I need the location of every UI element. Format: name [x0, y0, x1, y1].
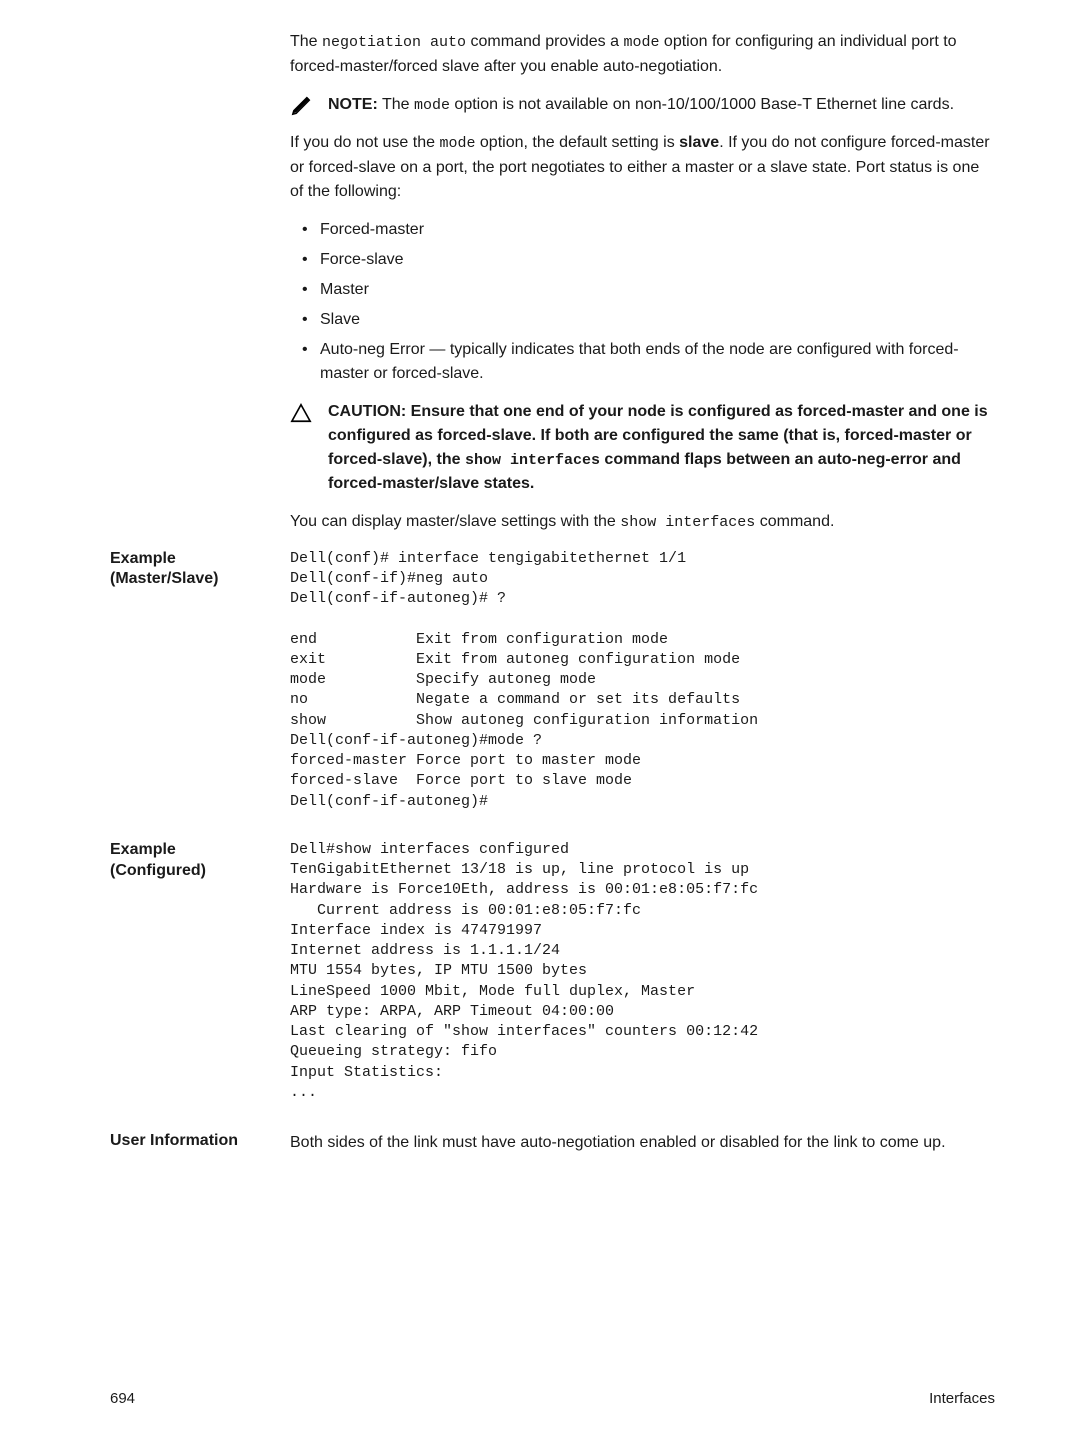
- page-number: 694: [110, 1388, 135, 1411]
- note-label: NOTE:: [328, 96, 378, 113]
- caution-label: CAUTION:: [328, 403, 411, 420]
- example-configured-label: Example (Configured): [110, 840, 250, 882]
- code-show-interfaces: show interfaces: [465, 452, 600, 469]
- example-master-slave-section: Example (Master/Slave) Dell(conf)# inter…: [290, 549, 995, 812]
- display-settings-paragraph: You can display master/slave settings wi…: [290, 510, 995, 535]
- slave-bold: slave: [679, 134, 719, 151]
- user-information-label: User Information: [110, 1131, 250, 1152]
- code-mode-p2: mode: [439, 135, 475, 152]
- intro-paragraph: The negotiation auto command provides a …: [290, 30, 995, 79]
- default-setting-paragraph: If you do not use the mode option, the d…: [290, 131, 995, 204]
- list-item: Auto-neg Error — typically indicates tha…: [302, 338, 995, 386]
- user-information-section: User Information Both sides of the link …: [290, 1131, 995, 1155]
- page-footer: 694 Interfaces: [110, 1388, 995, 1411]
- example-configured-code: Dell#show interfaces configured TenGigab…: [290, 840, 995, 1103]
- chapter-name: Interfaces: [929, 1388, 995, 1411]
- list-item: Master: [302, 278, 995, 302]
- code-mode-note: mode: [414, 97, 450, 114]
- caution-icon: [290, 402, 312, 424]
- note-icon: [290, 95, 312, 117]
- code-show-interfaces-2: show interfaces: [620, 514, 755, 531]
- code-mode: mode: [623, 34, 659, 51]
- port-status-list: Forced-master Force-slave Master Slave A…: [302, 218, 995, 386]
- list-item: Slave: [302, 308, 995, 332]
- list-item: Force-slave: [302, 248, 995, 272]
- code-negotiation-auto: negotiation auto: [322, 34, 466, 51]
- user-information-text: Both sides of the link must have auto-ne…: [290, 1131, 995, 1155]
- example-master-slave-code: Dell(conf)# interface tengigabitethernet…: [290, 549, 995, 812]
- list-item: Forced-master: [302, 218, 995, 242]
- note-block: NOTE: The mode option is not available o…: [290, 93, 995, 118]
- caution-block: CAUTION: Ensure that one end of your nod…: [290, 400, 995, 497]
- example-master-slave-label: Example (Master/Slave): [110, 549, 250, 591]
- example-configured-section: Example (Configured) Dell#show interface…: [290, 840, 995, 1103]
